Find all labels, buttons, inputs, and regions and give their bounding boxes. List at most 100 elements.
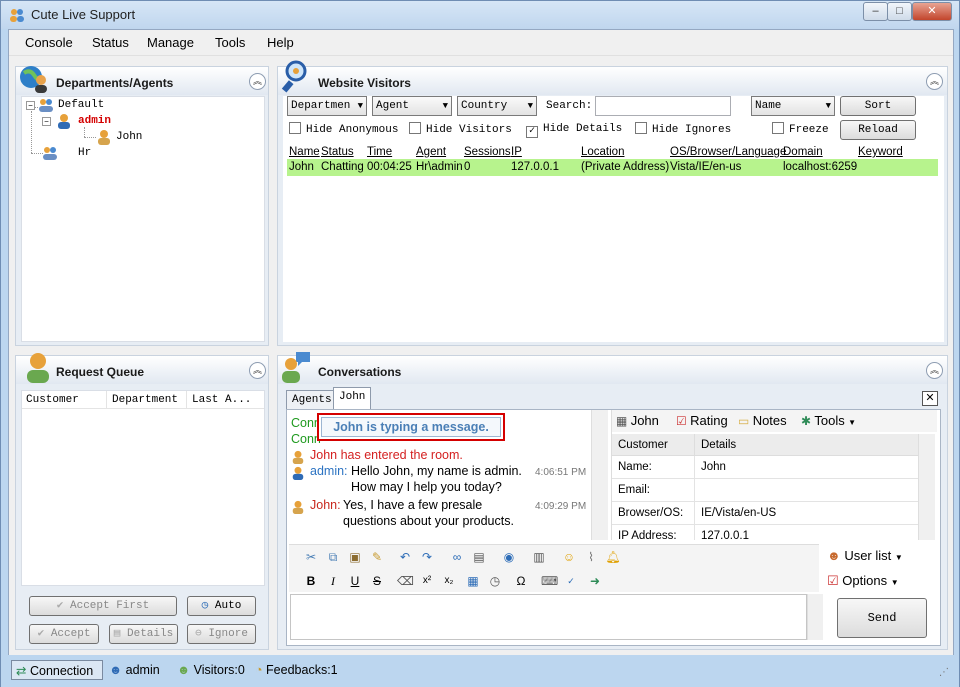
tools-menu-button[interactable]: ✱ Tools ▼ [801,413,856,428]
superscript-icon[interactable]: x² [419,573,435,589]
bold-icon[interactable]: B [303,573,319,589]
details-scrollbar[interactable] [918,434,935,540]
connection-status[interactable]: ⇄ Connection [11,660,103,680]
tree-item-hr[interactable]: Hr [78,147,91,159]
hide-ignores-checkbox[interactable]: Hide Ignores [635,122,731,136]
column-keyword[interactable]: Keyword [858,146,903,158]
italic-icon[interactable]: I [325,573,341,589]
collapse-visitors-button[interactable]: ︽ [926,73,943,90]
typing-indicator: John is typing a message. [317,413,505,441]
country-filter-select[interactable]: Country ▼ [457,96,537,116]
clock-icon[interactable]: ◷ [487,573,503,589]
calendar-icon[interactable]: ▦ [465,573,481,589]
close-tab-icon[interactable]: ✕ [922,391,938,406]
send-file-icon[interactable]: ➜ [587,573,603,589]
layout-icon[interactable]: ▥ [531,549,547,565]
column-os-browser-language[interactable]: OS/Browser/Language [670,146,786,158]
maximize-button[interactable]: □ [887,2,912,21]
undo-icon[interactable]: ↶ [397,549,413,565]
accept-button[interactable]: ✔ Accept [29,624,99,644]
spellcheck-icon[interactable]: ✓ [563,573,579,589]
freeze-checkbox[interactable]: Freeze [772,122,829,136]
chat-scrollbar[interactable] [591,410,608,540]
collapse-departments-button[interactable]: ︽ [249,73,266,90]
hide-visitors-checkbox[interactable]: Hide Visitors [409,122,512,136]
search-input[interactable] [595,96,731,116]
tree-item-default[interactable]: Default [58,99,104,111]
column-status[interactable]: Status [321,146,354,158]
redo-icon[interactable]: ↷ [419,549,435,565]
minimize-button[interactable]: – [863,2,888,21]
agent-filter-select[interactable]: Agent ▼ [372,96,452,116]
tree-item-admin[interactable]: admin [78,115,111,127]
hide-details-checkbox[interactable]: ✓ Hide Details [526,122,622,138]
collapse-conversations-button[interactable]: ︽ [926,362,943,379]
sort-button[interactable]: Sort [840,96,916,116]
menu-console[interactable]: Console [25,35,73,50]
message-author: admin: [310,464,348,478]
attach-icon[interactable]: ⌇ [583,549,599,565]
queue-column-customer[interactable]: Customer [26,394,79,406]
tab-john[interactable]: John [333,387,372,410]
message-time: 4:06:51 PM [535,467,587,478]
user-list-menu[interactable]: ☻ User list ▼ [827,548,903,563]
format-brush-icon[interactable]: ✎ [369,549,385,565]
paste-icon[interactable]: ▣ [347,549,363,565]
send-button[interactable]: Send [837,598,927,638]
menu-tools[interactable]: Tools [215,35,245,50]
keyboard-icon[interactable]: ⌨ [541,573,558,589]
subscript-icon[interactable]: x₂ [441,573,457,589]
tree-expander[interactable]: − [26,101,35,110]
tree-item-john[interactable]: John [116,131,142,143]
check-circle-icon: ✔ [56,600,70,612]
department-filter-select[interactable]: Departmen ▼ [287,96,367,116]
column-time[interactable]: Time [367,146,392,158]
ignore-button[interactable]: ⊖ Ignore [187,624,256,644]
copy-icon[interactable]: ⧉ [325,549,341,565]
column-location[interactable]: Location [581,146,624,158]
tree-expander[interactable]: − [42,117,51,126]
message-scrollbar[interactable] [807,594,823,640]
tab-agents[interactable]: Agents [286,390,338,410]
column-name[interactable]: Name [289,146,320,158]
options-menu[interactable]: ☑ Options ▼ [827,573,899,589]
column-agent[interactable]: Agent [416,146,446,158]
profile-button[interactable]: ▦ John [616,413,659,428]
underline-icon[interactable]: U [347,573,363,589]
link-icon[interactable]: ∞ [449,549,465,565]
message-input[interactable] [290,594,807,640]
departments-title: Departments/Agents [56,76,174,90]
details-button[interactable]: ▤ Details [109,624,178,644]
cut-icon[interactable]: ✂ [303,549,319,565]
close-button[interactable]: ✕ [912,2,952,21]
table-row[interactable]: John Chatting 00:04:25 Hr\admin 0 127.0.… [287,159,938,176]
column-domain[interactable]: Domain [783,146,823,158]
hide-anonymous-checkbox[interactable]: Hide Anonymous [289,122,398,136]
rating-button[interactable]: ☑ Rating [676,413,728,428]
insert-page-icon[interactable]: ▤ [471,549,487,565]
omega-special-char-icon[interactable]: Ω [513,573,529,589]
accept-first-button[interactable]: ✔ Accept First [29,596,177,616]
queue-title: Request Queue [56,365,145,379]
auto-button[interactable]: ◷ Auto [187,596,256,616]
menu-help[interactable]: Help [267,35,294,50]
queue-column-last-activity[interactable]: Last A... [192,394,251,406]
column-ip[interactable]: IP [511,146,522,158]
collapse-queue-button[interactable]: ︽ [249,362,266,379]
smiley-icon[interactable]: ☺ [561,549,577,565]
resize-grip-icon[interactable]: ⋰ [939,667,949,678]
web-icon[interactable]: ◉ [501,549,517,565]
strikethrough-icon[interactable]: S [369,573,385,589]
queue-column-department[interactable]: Department [112,394,178,406]
details-header-row: Customer Details [612,434,918,456]
app-people-icon [10,9,24,22]
reload-button[interactable]: Reload [840,120,916,140]
alert-bell-icon[interactable]: 🔔︎ [605,549,621,565]
menu-status[interactable]: Status [92,35,129,50]
menu-manage[interactable]: Manage [147,35,194,50]
sort-by-select[interactable]: Name ▼ [751,96,835,116]
notes-button[interactable]: ▭ Notes [738,413,787,428]
eraser-icon[interactable]: ⌫ [397,573,414,589]
column-sessions[interactable]: Sessions [464,146,511,158]
check-circle-icon: ✔ [37,628,51,640]
